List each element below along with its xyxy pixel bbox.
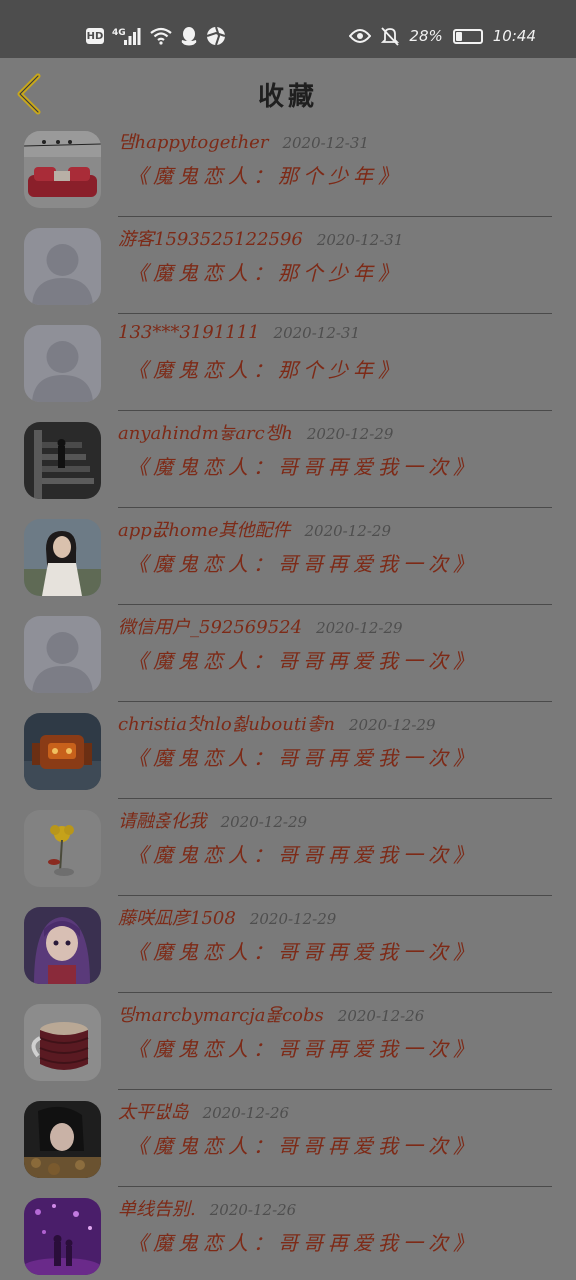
work-title[interactable]: 《魔鬼恋人：哥哥再爱我一次》 (128, 451, 478, 480)
user-avatar[interactable] (24, 810, 101, 887)
username: 띵marcbymarcja욡cobs (118, 1005, 324, 1026)
battery-percent: 28% (409, 27, 443, 45)
favorite-date: 2020-12-26 (202, 1104, 290, 1122)
username: 请融혽化我 (118, 811, 207, 832)
user-avatar[interactable] (24, 1101, 101, 1178)
favorites-list[interactable]: 댐happytogether 2020-12-31 《魔鬼恋人：那个少年》 游客159… (0, 130, 576, 1280)
favorite-date: 2020-12-29 (306, 425, 394, 443)
user-avatar[interactable] (24, 616, 101, 693)
favorite-list-item[interactable]: 游客1593525122596 2020-12-31 《魔鬼恋人：那个少年》 (0, 217, 576, 314)
user-info-line: 微信用户_592569524 2020-12-29 (118, 613, 403, 639)
user-avatar[interactable] (24, 228, 101, 305)
status-left-icons: HD 4G (86, 22, 226, 50)
favorite-date: 2020-12-29 (316, 619, 403, 637)
favorite-list-item[interactable]: christia찻nlo췷ubouti촣n 2020-12-29 《魔鬼恋人：哥哥再… (0, 702, 576, 799)
username: 133***3191111 (118, 322, 260, 343)
work-title[interactable]: 《魔鬼恋人：哥哥再爱我一次》 (128, 548, 478, 577)
favorite-list-item[interactable]: 藤咲凪彦1508 2020-12-29 《魔鬼恋人：哥哥再爱我一次》 (0, 896, 576, 993)
hd-icon: HD (86, 28, 104, 44)
user-info-line: 请融혽化我 2020-12-29 (118, 807, 307, 833)
work-title[interactable]: 《魔鬼恋人：那个少年》 (128, 257, 403, 286)
favorite-date: 2020-12-29 (349, 716, 436, 734)
user-avatar[interactable] (24, 422, 101, 499)
favorite-list-item[interactable]: app끖home其他配件 2020-12-29 《魔鬼恋人：哥哥再爱我一次》 (0, 508, 576, 605)
user-info-line: christia찻nlo췷ubouti촣n 2020-12-29 (118, 710, 435, 736)
user-info-line: 133***3191111 2020-12-31 (118, 322, 360, 343)
svg-text:4G: 4G (112, 28, 126, 38)
eye-icon (349, 28, 372, 44)
work-title[interactable]: 《魔鬼恋人：哥哥再爱我一次》 (128, 742, 478, 771)
work-title[interactable]: 《魔鬼恋人：哥哥再爱我一次》 (128, 1227, 478, 1256)
username: 微信用户_592569524 (118, 617, 303, 638)
clock: 10:44 (492, 27, 536, 45)
qq-icon (180, 26, 198, 46)
favorite-list-item[interactable]: 微信用户_592569524 2020-12-29 《魔鬼恋人：哥哥再爱我一次》 (0, 605, 576, 702)
username: anyahindm늏arc쳉h (118, 423, 293, 444)
user-info-line: anyahindm늏arc쳉h 2020-12-29 (118, 419, 393, 445)
favorite-list-item[interactable]: 띵marcbymarcja욡cobs 2020-12-26 《魔鬼恋人：哥哥再爱我一… (0, 993, 576, 1090)
user-avatar[interactable] (24, 519, 101, 596)
work-title[interactable]: 《魔鬼恋人：哥哥再爱我一次》 (128, 645, 478, 674)
title-bar: 收藏 (0, 58, 576, 130)
favorite-date: 2020-12-31 (273, 324, 361, 342)
wifi-icon (150, 27, 172, 45)
username: christia찻nlo췷ubouti촣n (118, 714, 335, 735)
user-avatar[interactable] (24, 713, 101, 790)
username: 游客1593525122596 (118, 229, 303, 250)
user-avatar[interactable] (24, 1198, 101, 1275)
user-info-line: 띵marcbymarcja욡cobs 2020-12-26 (118, 1001, 424, 1027)
user-avatar[interactable] (24, 907, 101, 984)
user-info-line: app끖home其他配件 2020-12-29 (118, 516, 391, 542)
favorite-list-item[interactable]: 太平댒岛 2020-12-26 《魔鬼恋人：哥哥再爱我一次》 (0, 1090, 576, 1187)
username: app끖home其他配件 (118, 520, 291, 541)
work-title[interactable]: 《魔鬼恋人：那个少年》 (128, 160, 403, 189)
user-avatar[interactable] (24, 1004, 101, 1081)
page-title: 收藏 (257, 82, 318, 112)
favorite-date: 2020-12-26 (337, 1007, 425, 1025)
favorite-date: 2020-12-31 (316, 231, 404, 249)
favorite-date: 2020-12-29 (304, 522, 391, 540)
work-title[interactable]: 《魔鬼恋人：哥哥再爱我一次》 (128, 1130, 478, 1159)
status-bar: HD 4G 28% 10:44 (0, 0, 576, 58)
work-title[interactable]: 《魔鬼恋人：哥哥再爱我一次》 (128, 839, 478, 868)
user-info-line: 游客1593525122596 2020-12-31 (118, 225, 403, 251)
favorite-list-item[interactable]: 133***3191111 2020-12-31 《魔鬼恋人：那个少年》 (0, 314, 576, 411)
app-icon (206, 26, 226, 46)
favorite-list-item[interactable]: 单线告别. 2020-12-26 《魔鬼恋人：哥哥再爱我一次》 (0, 1187, 576, 1280)
favorite-list-item[interactable]: anyahindm늏arc쳉h 2020-12-29 《魔鬼恋人：哥哥再爱我一次》 (0, 411, 576, 508)
user-avatar[interactable] (24, 131, 101, 208)
work-title[interactable]: 《魔鬼恋人：哥哥再爱我一次》 (128, 1033, 478, 1062)
status-right-icons: 28% 10:44 (349, 22, 536, 50)
username: 单线告别. (118, 1199, 196, 1220)
favorite-list-item[interactable]: 댐happytogether 2020-12-31 《魔鬼恋人：那个少年》 (0, 130, 576, 217)
signal-icon: 4G (112, 26, 142, 46)
favorite-date: 2020-12-29 (220, 813, 308, 831)
work-title[interactable]: 《魔鬼恋人：那个少年》 (128, 354, 403, 383)
username: 太平댒岛 (118, 1102, 189, 1123)
user-info-line: 藤咲凪彦1508 2020-12-29 (118, 904, 336, 930)
bell-off-icon (381, 26, 400, 46)
username: 藤咲凪彦1508 (118, 908, 236, 929)
favorite-date: 2020-12-29 (249, 910, 337, 928)
user-info-line: 单线告别. 2020-12-26 (118, 1195, 296, 1221)
user-info-line: 댐happytogether 2020-12-31 (118, 130, 369, 154)
battery-icon (452, 28, 483, 44)
battery-level-fill (455, 31, 463, 41)
user-info-line: 太平댒岛 2020-12-26 (118, 1098, 289, 1124)
work-title[interactable]: 《魔鬼恋人：哥哥再爱我一次》 (128, 936, 478, 965)
username: 댐happytogether (118, 132, 269, 153)
favorite-date: 2020-12-26 (209, 1201, 297, 1219)
favorite-list-item[interactable]: 请融혽化我 2020-12-29 《魔鬼恋人：哥哥再爱我一次》 (0, 799, 576, 896)
favorite-date: 2020-12-31 (282, 134, 369, 152)
user-avatar[interactable] (24, 325, 101, 402)
